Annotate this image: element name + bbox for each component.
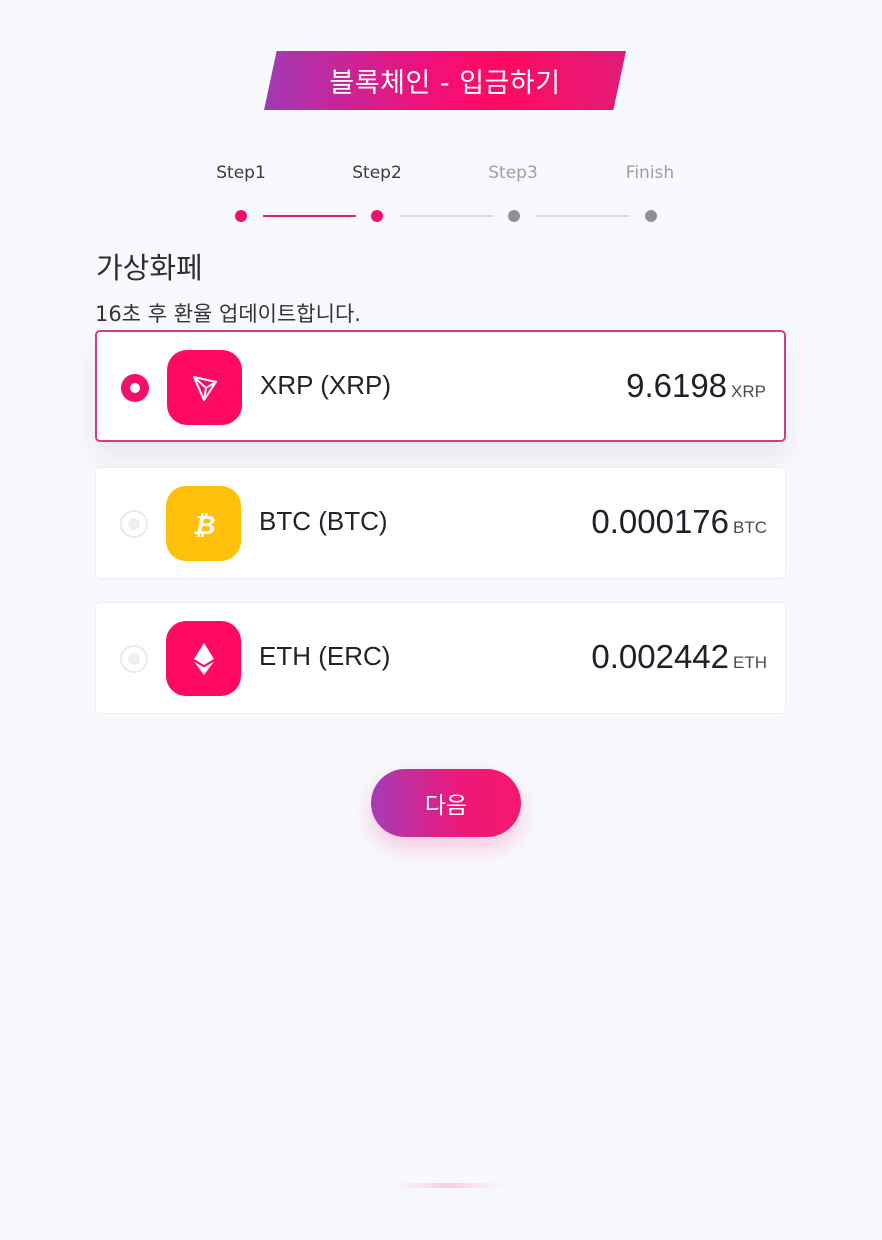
step-label-3: Step3	[488, 163, 538, 183]
coin-unit-xrp: XRP	[731, 382, 766, 401]
rate-update-note: 16초 후 환율 업데이트합니다.	[95, 302, 361, 326]
svg-text:₿: ₿	[192, 511, 215, 541]
step-connector-2	[400, 215, 493, 217]
coin-value-xrp: 9.6198	[626, 367, 728, 404]
coin-name-btc: BTC (BTC)	[259, 506, 388, 536]
step-label-2: Step2	[352, 163, 402, 183]
coin-radio-eth[interactable]	[120, 645, 148, 673]
coin-name-xrp: XRP (XRP)	[260, 370, 391, 400]
step-dot-3	[508, 210, 520, 222]
coin-value-eth: 0.002442	[591, 638, 729, 675]
step-connector-3	[536, 215, 629, 217]
tron-icon	[167, 350, 242, 425]
step-dot-1	[235, 210, 247, 222]
next-button[interactable]: 다음	[371, 769, 521, 837]
coin-value-btc: 0.000176	[591, 503, 729, 540]
page-title-banner: 블록체인 - 입금하기	[264, 51, 626, 110]
coin-name-eth: ETH (ERC)	[259, 641, 391, 671]
coin-unit-eth: ETH	[733, 653, 767, 672]
section-title: 가상화페	[96, 251, 203, 285]
step-dot-finish	[645, 210, 657, 222]
coin-amount-xrp: 9.6198 XRP	[626, 367, 766, 405]
coin-option-btc[interactable]: ₿ BTC (BTC) 0.000176 BTC	[95, 467, 786, 579]
coin-unit-btc: BTC	[733, 518, 767, 537]
coin-amount-eth: 0.002442 ETH	[591, 638, 767, 676]
coin-radio-xrp[interactable]	[121, 374, 149, 402]
coin-radio-btc[interactable]	[120, 510, 148, 538]
step-label-finish: Finish	[625, 163, 675, 183]
coin-option-xrp[interactable]: XRP (XRP) 9.6198 XRP	[95, 330, 786, 442]
ethereum-icon	[166, 621, 241, 696]
coin-option-eth[interactable]: ETH (ERC) 0.002442 ETH	[95, 602, 786, 714]
page-title: 블록체인 - 입금하기	[329, 68, 561, 99]
step-connector-1	[263, 215, 356, 217]
coin-amount-btc: 0.000176 BTC	[591, 503, 767, 541]
step-label-1: Step1	[216, 163, 266, 183]
bottom-divider	[392, 1183, 504, 1188]
stepper: Step1 Step2 Step3 Finish	[0, 158, 882, 238]
step-dot-2	[371, 210, 383, 222]
bitcoin-icon: ₿	[166, 486, 241, 561]
